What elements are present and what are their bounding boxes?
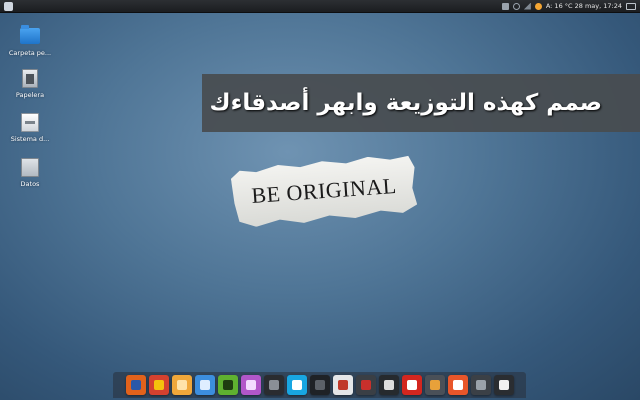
top-panel: A: 16 °C 28 may, 17:24 [0, 0, 640, 13]
settings-icon[interactable] [512, 2, 520, 10]
youtube-icon[interactable] [401, 375, 422, 395]
network-icon[interactable] [523, 2, 531, 10]
folder-icon [20, 25, 40, 46]
media-player-icon[interactable] [378, 375, 399, 395]
tray-status-text[interactable]: A: 16 °C 28 may, 17:24 [546, 2, 622, 10]
chrome-icon[interactable] [148, 375, 169, 395]
webcam-icon-glyph [314, 380, 325, 390]
calculator-icon[interactable] [424, 375, 445, 395]
chat-icon-glyph [245, 380, 256, 390]
spotify-icon[interactable] [217, 375, 238, 395]
video-editor-icon[interactable] [355, 375, 376, 395]
terminal-icon[interactable] [493, 375, 514, 395]
firefox-icon[interactable] [125, 375, 146, 395]
overlay-banner: صمم كهذه التوزيعة وابهر أصدقاءك [202, 74, 640, 132]
skype-icon[interactable] [286, 375, 307, 395]
desktop-icon-data-drive[interactable]: Datos [6, 157, 54, 188]
media-player-icon-glyph [383, 380, 394, 390]
video-editor-icon-glyph [360, 380, 371, 390]
monitor-icon[interactable] [470, 375, 491, 395]
software-center-icon[interactable] [447, 375, 468, 395]
mail-icon[interactable] [194, 375, 215, 395]
files-icon[interactable] [171, 375, 192, 395]
youtube-icon-glyph [406, 380, 417, 390]
software-center-icon-glyph [452, 380, 463, 390]
camera-icon-glyph [268, 380, 279, 390]
calculator-icon-glyph [429, 380, 440, 390]
firefox-icon-glyph [130, 380, 141, 390]
system-tray: A: 16 °C 28 may, 17:24 [501, 2, 636, 10]
terminal-icon-glyph [498, 380, 509, 390]
monitor-icon-glyph [475, 380, 486, 390]
desktop-icon-label: Carpeta pe... [8, 49, 52, 57]
display-icon[interactable] [626, 2, 636, 10]
banner-text: صمم كهذه التوزيعة وابهر أصدقاءك [209, 90, 602, 116]
dock [113, 372, 526, 398]
desktop-icon-system-drive[interactable]: Sistema d... [6, 112, 54, 143]
document-icon[interactable] [332, 375, 353, 395]
drive-icon [20, 157, 40, 177]
document-icon-glyph [337, 380, 348, 390]
desktop-icon-label: Sistema d... [10, 135, 50, 143]
chat-icon[interactable] [240, 375, 261, 395]
desktop-icon-label: Datos [20, 180, 40, 188]
webcam-icon[interactable] [309, 375, 330, 395]
weather-icon[interactable] [534, 2, 542, 10]
chrome-icon-glyph [153, 380, 164, 390]
spotify-icon-glyph [222, 380, 233, 390]
wallpaper-slogan: BE ORIGINAL [250, 172, 398, 209]
desktop-icon-trash[interactable]: Papelera [6, 68, 54, 99]
trash-icon [20, 68, 40, 88]
drive-icon [20, 112, 40, 132]
files-icon-glyph [176, 380, 187, 390]
desktop-icon-personal-folder[interactable]: Carpeta pe... [6, 25, 54, 57]
app-menu-icon[interactable] [4, 1, 13, 11]
dropbox-icon[interactable] [501, 2, 509, 10]
wallpaper-paper-note: BE ORIGINAL [230, 154, 418, 229]
camera-icon[interactable] [263, 375, 284, 395]
desktop-icon-label: Papelera [15, 91, 45, 99]
skype-icon-glyph [291, 380, 302, 390]
mail-icon-glyph [199, 380, 210, 390]
